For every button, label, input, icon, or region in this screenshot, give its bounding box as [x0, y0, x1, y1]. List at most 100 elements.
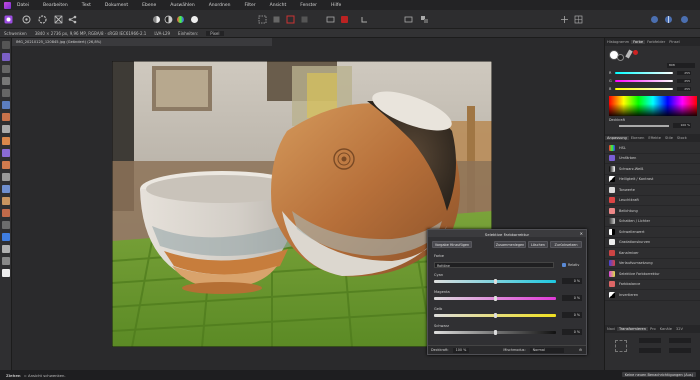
adjustment-item[interactable]: Schatten / Lichter: [605, 217, 700, 227]
view-tool-icon[interactable]: [2, 41, 10, 49]
mask-tool-icon[interactable]: [286, 15, 295, 24]
r-slider-row[interactable]: R 255: [609, 71, 697, 75]
paint-brush-icon[interactable]: [2, 125, 10, 133]
quick-mask-icon[interactable]: [340, 15, 349, 24]
snap-guides-icon[interactable]: [560, 15, 569, 24]
reset-button[interactable]: Zurücksetzen: [550, 241, 582, 248]
tab-kanaele[interactable]: Kanäle: [658, 327, 674, 331]
menu-text[interactable]: Text: [82, 3, 91, 8]
refine-tool-icon[interactable]: [300, 15, 309, 24]
b-slider[interactable]: [615, 87, 673, 91]
tab-anpassung[interactable]: Anpassung: [605, 136, 629, 140]
menu-auswaehlen[interactable]: Auswählen: [170, 3, 194, 8]
hex-field[interactable]: 808: [667, 63, 695, 68]
adjustment-item[interactable]: HSL: [605, 143, 700, 154]
split-view-icon[interactable]: [664, 15, 673, 24]
b-value[interactable]: 255: [677, 87, 691, 91]
r-value[interactable]: 255: [677, 71, 691, 75]
blend-select[interactable]: Normal: [529, 347, 564, 353]
red-eye-icon[interactable]: [2, 209, 10, 217]
adjustment-item[interactable]: Selektive Farbkorrektur: [605, 269, 700, 280]
opacity-field[interactable]: 100 %: [452, 347, 470, 353]
rectangle-icon[interactable]: [326, 15, 335, 24]
tab-32v[interactable]: 32V: [674, 327, 685, 331]
marquee-tool-icon[interactable]: [2, 89, 10, 97]
dodge-brush-icon[interactable]: [2, 149, 10, 157]
g-value[interactable]: 255: [677, 79, 691, 83]
tab-farbe[interactable]: Farbe: [631, 40, 646, 44]
adjustment-item[interactable]: Helligkeit / Kontrast: [605, 175, 700, 185]
relativ-checkbox[interactable]: [562, 263, 566, 267]
g-slider[interactable]: [615, 79, 673, 83]
adjustment-item[interactable]: Belichtung: [605, 206, 700, 217]
pen-tool-icon[interactable]: [2, 221, 10, 229]
document-tab[interactable]: IMG_20210125_120845.jpg (Geändert) (26,8…: [12, 38, 272, 46]
r-slider[interactable]: [615, 71, 673, 75]
tab-transformieren[interactable]: Transformieren: [617, 327, 649, 331]
g-slider-row[interactable]: G 255: [609, 79, 697, 83]
adjustment-item[interactable]: Schwellenwert: [605, 227, 700, 238]
transform-field-y[interactable]: [669, 338, 691, 343]
tab-pro[interactable]: Pro: [648, 327, 658, 331]
adjustment-item[interactable]: Farbbalance: [605, 280, 700, 290]
magenta-slider[interactable]: [434, 295, 556, 301]
adjustment-item[interactable]: Gradationskurven: [605, 238, 700, 248]
gelb-slider[interactable]: [434, 312, 556, 318]
healing-brush-icon[interactable]: [2, 185, 10, 193]
magenta-value[interactable]: 0 %: [562, 295, 582, 301]
auto-white-balance-icon[interactable]: [190, 15, 199, 24]
adjustment-item[interactable]: Invertieren: [605, 290, 700, 301]
tab-navi[interactable]: Navi: [605, 327, 617, 331]
menu-ansicht[interactable]: Ansicht: [270, 3, 287, 8]
move-tool-icon[interactable]: [2, 53, 10, 61]
adjustment-item[interactable]: Verlaufsumsetzung: [605, 259, 700, 269]
recent-color-swatch[interactable]: [633, 50, 638, 55]
cyan-value[interactable]: 0 %: [562, 278, 582, 284]
stroke-swatch[interactable]: [617, 54, 624, 61]
b-slider-row[interactable]: B 255: [609, 87, 697, 91]
inpainting-brush-icon[interactable]: [2, 197, 10, 205]
farbe-select[interactable]: Rottöne: [434, 262, 554, 268]
primary-color-swatch[interactable]: [2, 269, 10, 277]
color-picker-icon[interactable]: [2, 113, 10, 121]
opacity-slider[interactable]: [619, 125, 669, 127]
tab-histogramm[interactable]: Histogramm: [605, 40, 631, 44]
adjustment-item[interactable]: Tonwerte: [605, 185, 700, 196]
color-spectrum[interactable]: [609, 96, 697, 116]
liquify-persona-icon[interactable]: [22, 15, 31, 24]
tone-map-persona-icon[interactable]: [54, 15, 63, 24]
adjustment-item[interactable]: Kanalmixer: [605, 248, 700, 259]
crop-tool-icon[interactable]: [2, 65, 10, 73]
tab-pinsel[interactable]: Pinsel: [667, 40, 681, 44]
develop-persona-icon[interactable]: [38, 15, 47, 24]
assistant-icon[interactable]: [404, 15, 413, 24]
menu-anordnen[interactable]: Anordnen: [209, 3, 231, 8]
erase-brush-icon[interactable]: [2, 137, 10, 145]
selection-tool-icon[interactable]: [258, 15, 267, 24]
eyedropper-icon[interactable]: [625, 49, 633, 59]
zoom-tool-icon[interactable]: [2, 257, 10, 265]
auto-colors-icon[interactable]: [176, 15, 185, 24]
grid-icon[interactable]: [574, 15, 583, 24]
merge-button[interactable]: Zusammenlegen: [494, 241, 526, 248]
schwarz-slider[interactable]: [434, 329, 556, 335]
smudge-brush-icon[interactable]: [2, 161, 10, 169]
menu-hilfe[interactable]: Hilfe: [331, 3, 341, 8]
adjustment-item[interactable]: Schwarz-Weiß: [605, 164, 700, 175]
export-persona-icon[interactable]: [68, 15, 77, 24]
menu-filter[interactable]: Filter: [245, 3, 256, 8]
menu-datei[interactable]: Datei: [17, 3, 29, 8]
snapping-icon[interactable]: [360, 15, 369, 24]
tab-effekte[interactable]: Effekte: [646, 136, 663, 140]
menu-fenster[interactable]: Fenster: [300, 3, 317, 8]
delete-button[interactable]: Löschen: [528, 241, 548, 248]
tab-ebenen[interactable]: Ebenen: [629, 136, 647, 140]
tab-stile[interactable]: Stile: [663, 136, 675, 140]
flood-select-icon[interactable]: [2, 101, 10, 109]
tab-farbfelder[interactable]: Farbfelder: [645, 40, 667, 44]
adjustment-item[interactable]: Umfärben: [605, 154, 700, 164]
transform-field-w[interactable]: [639, 348, 661, 353]
add-preset-button[interactable]: Vorgabe Hinzufügen: [432, 241, 472, 248]
arrange-icon[interactable]: [420, 15, 429, 24]
menu-bearbeiten[interactable]: Bearbeiten: [43, 3, 68, 8]
